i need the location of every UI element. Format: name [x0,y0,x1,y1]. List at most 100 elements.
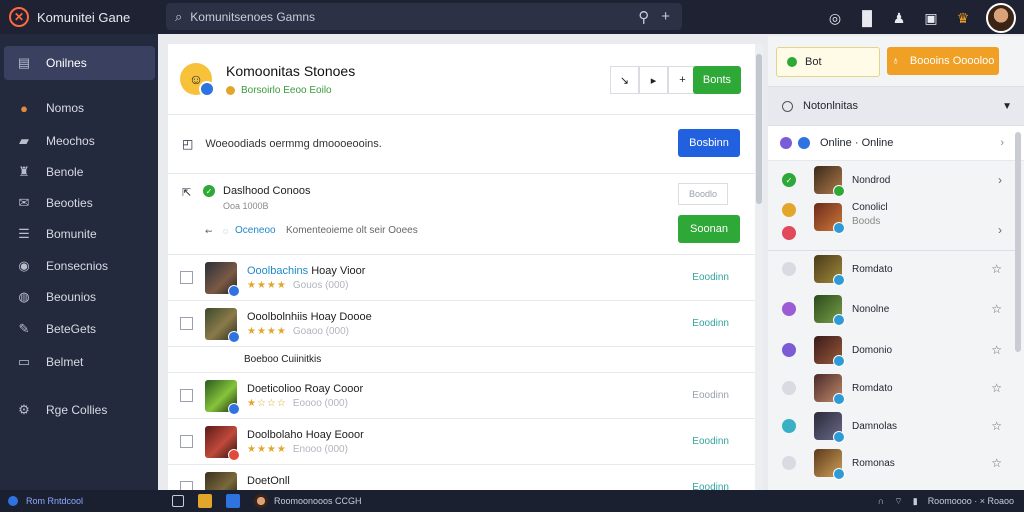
compass-icon[interactable]: ◎ [826,9,844,27]
row-checkbox[interactable] [180,317,193,330]
item-action-link[interactable]: Eoodinn [692,272,729,283]
search-input[interactable]: Komunitsenoes Gamns [190,10,638,24]
invite-button-label: Boooins Ooooloo [909,55,995,67]
search-submit-icon[interactable]: ⚲ [638,8,649,26]
join-event-button[interactable]: Soonan [678,215,740,243]
members-scrollbar[interactable] [1014,126,1022,490]
member-row[interactable]: ✓ Nondrod › [768,161,1016,199]
list-item[interactable]: Ooolbolnhiis Hoay Doooe ★★★★ Goaoo (000) … [168,301,755,347]
app-logo-icon: ✕ [9,7,29,27]
sidebar-item-settings[interactable]: ⚙ Rge Collies [4,393,155,427]
search-bar[interactable]: ⌕ Komunitsenoes Gamns ⚲ + [166,3,682,30]
blue-dot-icon [798,137,810,149]
scrollbar-thumb[interactable] [756,54,762,204]
folder-icon[interactable] [198,494,212,508]
item-action-link[interactable]: Eoodinn [692,390,729,401]
taskbar-window-title[interactable]: Roomoonooos CCGH [274,496,362,506]
member-row[interactable]: Nonolne ☆ [768,290,1016,328]
member-row[interactable]: Romdato ☆ [768,369,1016,407]
verified-badge-icon [833,468,845,480]
user-avatar[interactable] [986,3,1016,33]
wifi-icon[interactable]: ⌔ [894,496,902,507]
star-icon[interactable]: ☆ [991,262,1002,276]
post-prompt-text[interactable]: Woeoodiads oermmg dmoooeooins. [205,138,382,150]
taskbar-status[interactable]: Rom Rntdcool [8,496,158,506]
verified-badge-icon [833,355,845,367]
sidebar-item-belmet[interactable]: ▭ Belmet [4,345,155,379]
member-row[interactable]: Conolicl Boods › [768,199,1016,249]
post-button[interactable]: Bosbinn [678,129,740,157]
member-name: Conolicl [852,202,888,213]
sidebar-item-online[interactable]: ▤ Onilnes [4,46,155,80]
item-title[interactable]: DoetOnll [247,475,290,487]
row-checkbox[interactable] [180,435,193,448]
event-info-label[interactable]: Oceneoo [235,225,276,236]
headset-icon[interactable]: ∩ [878,496,884,506]
member-row[interactable]: Romonas ☆ [768,444,1016,482]
row-checkbox[interactable] [180,271,193,284]
verified-badge-icon [833,431,845,443]
sidebar-item-nomos[interactable]: ● Nomos [4,91,155,125]
chevron-down-icon[interactable]: ▼ [1002,101,1012,112]
item-action-link[interactable]: Eoodinn [692,318,729,329]
store-icon[interactable] [226,494,240,508]
event-tag[interactable]: Boodlo [678,183,728,205]
star-icon[interactable]: ☆ [991,381,1002,395]
window-icon[interactable] [172,495,184,507]
member-row[interactable]: Romdato ☆ [768,250,1016,288]
chevron-right-icon[interactable]: › [1000,137,1004,149]
chevron-right-icon[interactable]: › [998,173,1002,187]
section-title: Notonlnitas [803,100,859,112]
trophy-icon[interactable]: ♛ [954,9,972,27]
list-item[interactable]: Doeticolioo Roay Cooor ★☆☆☆ Eoooo (000) E… [168,373,755,419]
scrollbar-thumb[interactable] [1015,132,1021,352]
chevron-right-icon[interactable]: › [998,223,1002,237]
list-item[interactable]: Doolbolaho Hoay Eooor ★★★★ Enooo (000) Eo… [168,419,755,465]
title-bar: ✕ Komunitei Gane ⌕ Komunitsenoes Gamns ⚲… [0,0,1024,34]
member-row[interactable]: Domonio ☆ [768,331,1016,369]
add-icon[interactable]: + [661,8,670,25]
list-item[interactable]: DoetOnll ★★★★ Eoodinn [168,465,755,490]
user-avatar-icon[interactable] [254,494,268,508]
star-icon[interactable]: ☆ [991,456,1002,470]
item-title-highlight[interactable]: Ooolbolnhiis [247,311,308,323]
battery-icon[interactable]: ▮ [913,496,918,507]
item-title-highlight[interactable]: Ooolbachins [247,265,308,277]
star-icon[interactable]: ☆ [991,343,1002,357]
star-icon[interactable]: ☆ [991,302,1002,316]
online-filter[interactable]: Online · Online › [768,126,1024,161]
item-meta: Enooo (000) [292,443,348,455]
item-title[interactable]: Doeticolioo Roay Cooor [247,383,363,395]
notifications-section[interactable]: Notonlnitas ▼ [768,86,1024,126]
bonts-button[interactable]: Bonts [693,66,741,94]
member-row[interactable]: Damnolas ☆ [768,407,1016,445]
item-action-link[interactable]: Eoodinn [692,482,729,490]
section-heading: Boeboo Cuiinitkis [168,347,755,373]
item-title[interactable]: Doolbolaho Hoay Eooor [247,429,364,441]
member-name: Damnolas [852,420,898,432]
verified-badge-icon [833,314,845,326]
row-checkbox[interactable] [180,481,193,490]
toolbar-play-button[interactable]: ▸ [639,66,668,94]
sidebar-item-beooties[interactable]: ✉ Beooties [4,186,155,220]
star-icon[interactable]: ☆ [991,419,1002,433]
main-scrollbar[interactable] [755,44,763,490]
sidebar-item-benole[interactable]: ♜ Benole [4,155,155,189]
sidebar-item-betegets[interactable]: ✎ BeteGets [4,312,155,346]
bot-button[interactable]: Bot [776,47,880,77]
sidebar-item-bomunite[interactable]: ☰ Bomunite [4,217,155,251]
item-action-link[interactable]: Eoodinn [692,436,729,447]
item-meta: Goaoo (000) [292,325,350,337]
offline-status-icon [782,456,796,470]
calendar-icon[interactable]: ▣ [922,9,940,27]
sidebar-item-eonsecnios[interactable]: ◉ Eonsecnios [4,249,155,283]
users-icon[interactable]: ♟ [890,9,908,27]
list-item[interactable]: Ooolbachins Hoay Vioor ★★★★ Gouos (000) E… [168,255,755,301]
stats-icon[interactable]: ▐▌ [857,9,877,27]
row-checkbox[interactable] [180,389,193,402]
invite-button[interactable]: ♁ Boooins Ooooloo [887,47,999,75]
sidebar-item-meochos[interactable]: ▰ Meochos [4,124,155,158]
item-title: Hoay Doooe [310,310,372,323]
toolbar-expand-button[interactable]: ↘ [610,66,639,94]
sidebar-item-beounios[interactable]: ◍ Beounios [4,280,155,314]
